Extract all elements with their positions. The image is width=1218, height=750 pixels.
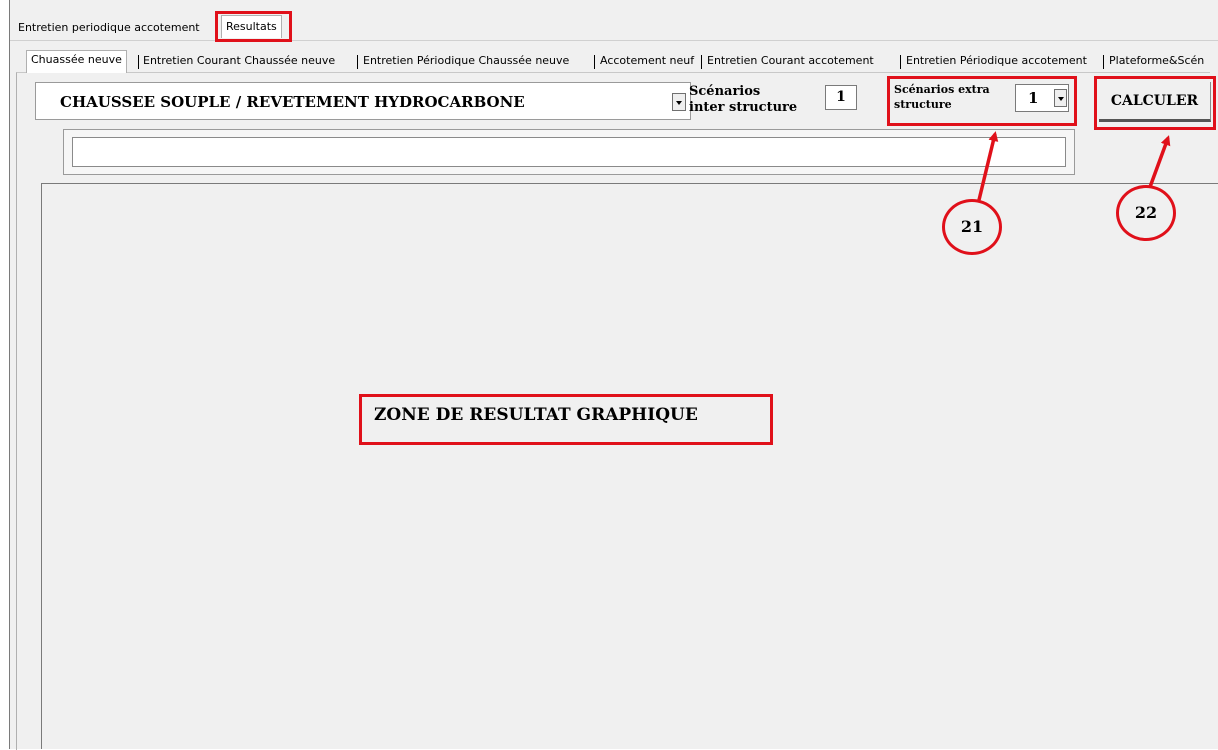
result-text-field[interactable] bbox=[72, 137, 1066, 167]
tab-entretien-periodique-accotement[interactable]: Entretien periodique accotement bbox=[14, 19, 204, 37]
tab-plateforme-scenarios[interactable]: Plateforme&Scén bbox=[1105, 52, 1208, 72]
callout-21: 21 bbox=[942, 199, 1002, 255]
graph-result-zone bbox=[41, 183, 1218, 749]
inter-structure-label-line1: Scénarios bbox=[689, 84, 761, 99]
tab-accotement-neuf[interactable]: Accotement neuf bbox=[596, 52, 698, 72]
outer-tab-strip: Entretien periodique accotement Resultat… bbox=[10, 0, 1218, 41]
tab-entretien-periodique-chaussee-neuve[interactable]: Entretien Périodique Chaussée neuve bbox=[359, 52, 573, 72]
extra-structure-value: 1 bbox=[1028, 89, 1039, 107]
extra-structure-label-line1: Scénarios extra bbox=[894, 83, 990, 96]
inter-structure-label-line2: inter structure bbox=[689, 100, 798, 115]
inter-structure-label: Scénarios inter structure bbox=[689, 84, 797, 116]
tab-chaussee-neuve[interactable]: Chuassée neuve bbox=[26, 50, 127, 73]
dropdown-arrow-icon[interactable] bbox=[672, 93, 686, 111]
structure-type-select[interactable]: CHAUSSEE SOUPLE / REVETEMENT HYDROCARBON… bbox=[35, 82, 691, 120]
dropdown-arrow-icon[interactable] bbox=[1054, 89, 1067, 107]
tab-entretien-courant-accotement[interactable]: Entretien Courant accotement bbox=[703, 52, 878, 72]
tab-entretien-periodique-accotement-inner[interactable]: Entretien Périodique accotement bbox=[902, 52, 1091, 72]
tab-divider bbox=[594, 55, 595, 69]
structure-type-value: CHAUSSEE SOUPLE / REVETEMENT HYDROCARBON… bbox=[60, 93, 525, 111]
extra-structure-label-line2: structure bbox=[894, 98, 952, 111]
extra-structure-label: Scénarios extra structure bbox=[894, 82, 990, 112]
result-text-field-frame bbox=[63, 129, 1075, 175]
calculate-button[interactable]: CALCULER bbox=[1099, 82, 1211, 122]
inter-structure-input[interactable]: 1 bbox=[825, 85, 857, 110]
graph-zone-label: ZONE DE RESULTAT GRAPHIQUE bbox=[374, 405, 698, 425]
callout-22: 22 bbox=[1116, 185, 1176, 241]
tab-entretien-courant-chaussee-neuve[interactable]: Entretien Courant Chaussée neuve bbox=[139, 52, 339, 72]
tab-divider bbox=[1103, 55, 1104, 69]
resultats-tab-highlight bbox=[215, 11, 292, 42]
tab-divider bbox=[357, 55, 358, 69]
tab-divider bbox=[900, 55, 901, 69]
extra-structure-select[interactable]: 1 bbox=[1015, 84, 1069, 112]
tab-divider bbox=[701, 55, 702, 69]
